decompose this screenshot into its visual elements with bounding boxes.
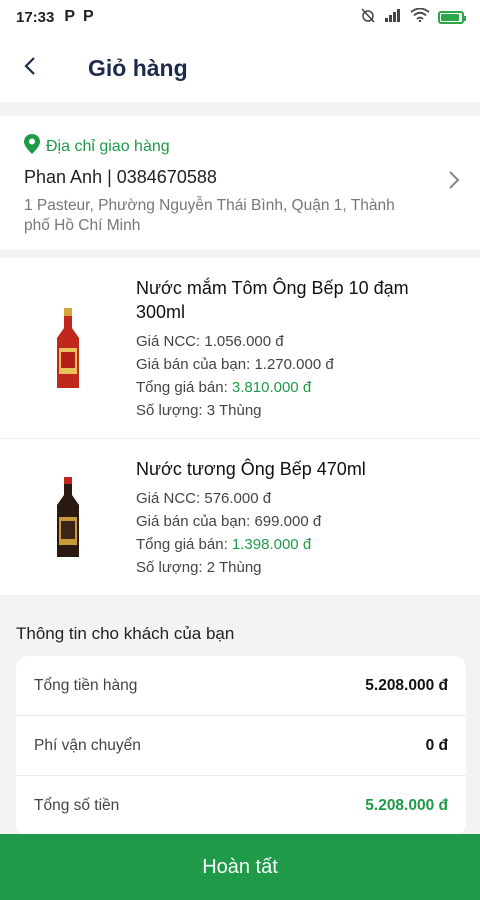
status-icons: [360, 7, 466, 27]
chevron-right-icon: [448, 170, 460, 195]
product-name: Nước mắm Tôm Ông Bếp 10 đạm 300ml: [136, 278, 409, 322]
product-image: [0, 276, 136, 422]
app-header: Giỏ hàng: [0, 34, 480, 102]
wifi-icon: [410, 7, 430, 26]
quantity-line: Số lượng: 2 Thùng: [136, 559, 262, 576]
summary-label: Tổng tiền hàng: [34, 676, 138, 694]
page-title: Giỏ hàng: [88, 54, 188, 81]
order-summary-card: Tổng tiền hàng 5.208.000 đ Phí vận chuyể…: [16, 656, 466, 836]
status-time: 17:33: [16, 8, 55, 26]
cart-product-list: Nước mắm Tôm Ông Bếp 10 đạm 300ml Giá NC…: [0, 258, 480, 595]
summary-label: Tổng số tiền: [34, 797, 120, 814]
cart-item[interactable]: Nước tương Ông Bếp 470ml Giá NCC: 576.00…: [0, 439, 480, 595]
ncc-price-line: Giá NCC: 1.056.000 đ: [136, 333, 284, 350]
summary-label: Phí vận chuyển: [34, 736, 141, 754]
subtotal-row: Tổng tiền hàng 5.208.000 đ: [16, 656, 466, 716]
battery-icon: [438, 10, 466, 24]
summary-value: 5.208.000 đ: [365, 676, 448, 694]
notification-badge-p1: P: [64, 8, 76, 25]
complete-order-button[interactable]: Hoàn tất: [0, 834, 480, 900]
summary-section-title: Thông tin cho khách của bạn: [16, 624, 235, 643]
grand-total-row: Tổng số tiền 5.208.000 đ: [16, 776, 466, 836]
signal-icon: [384, 8, 402, 26]
shipping-fee-row: Phí vận chuyển 0 đ: [16, 716, 466, 776]
back-button[interactable]: [0, 34, 60, 102]
alarm-off-icon: [360, 7, 376, 27]
chevron-left-icon: [23, 56, 37, 81]
soy-sauce-bottle-icon: [57, 477, 79, 557]
total-price-line: Tổng giá bán: 3.810.000 đ: [136, 379, 312, 396]
delivery-address-card[interactable]: Địa chỉ giao hàng Phan Anh | 0384670588 …: [0, 116, 480, 250]
address-label: Địa chỉ giao hàng: [46, 137, 170, 155]
recipient-name-phone: Phan Anh | 0384670588: [24, 167, 217, 187]
summary-value: 0 đ: [425, 736, 448, 754]
summary-value: 5.208.000 đ: [365, 797, 448, 814]
quantity-line: Số lượng: 3 Thùng: [136, 402, 262, 419]
total-price-line: Tổng giá bán: 1.398.000 đ: [136, 536, 312, 553]
notification-badge-p2: P: [83, 8, 94, 25]
product-name: Nước tương Ông Bếp 470ml: [136, 459, 366, 479]
status-bar: 17:33 P P: [0, 0, 480, 34]
product-image: [0, 457, 136, 579]
ncc-price-line: Giá NCC: 576.000 đ: [136, 490, 272, 507]
your-price-line: Giá bán của bạn: 1.270.000 đ: [136, 356, 334, 373]
location-pin-icon: [24, 134, 40, 159]
cart-item[interactable]: Nước mắm Tôm Ông Bếp 10 đạm 300ml Giá NC…: [0, 258, 480, 439]
your-price-line: Giá bán của bạn: 699.000 đ: [136, 513, 322, 530]
fish-sauce-bottle-icon: [57, 308, 79, 388]
address-detail: 1 Pasteur, Phường Nguyễn Thái Bình, Quận…: [24, 197, 395, 234]
